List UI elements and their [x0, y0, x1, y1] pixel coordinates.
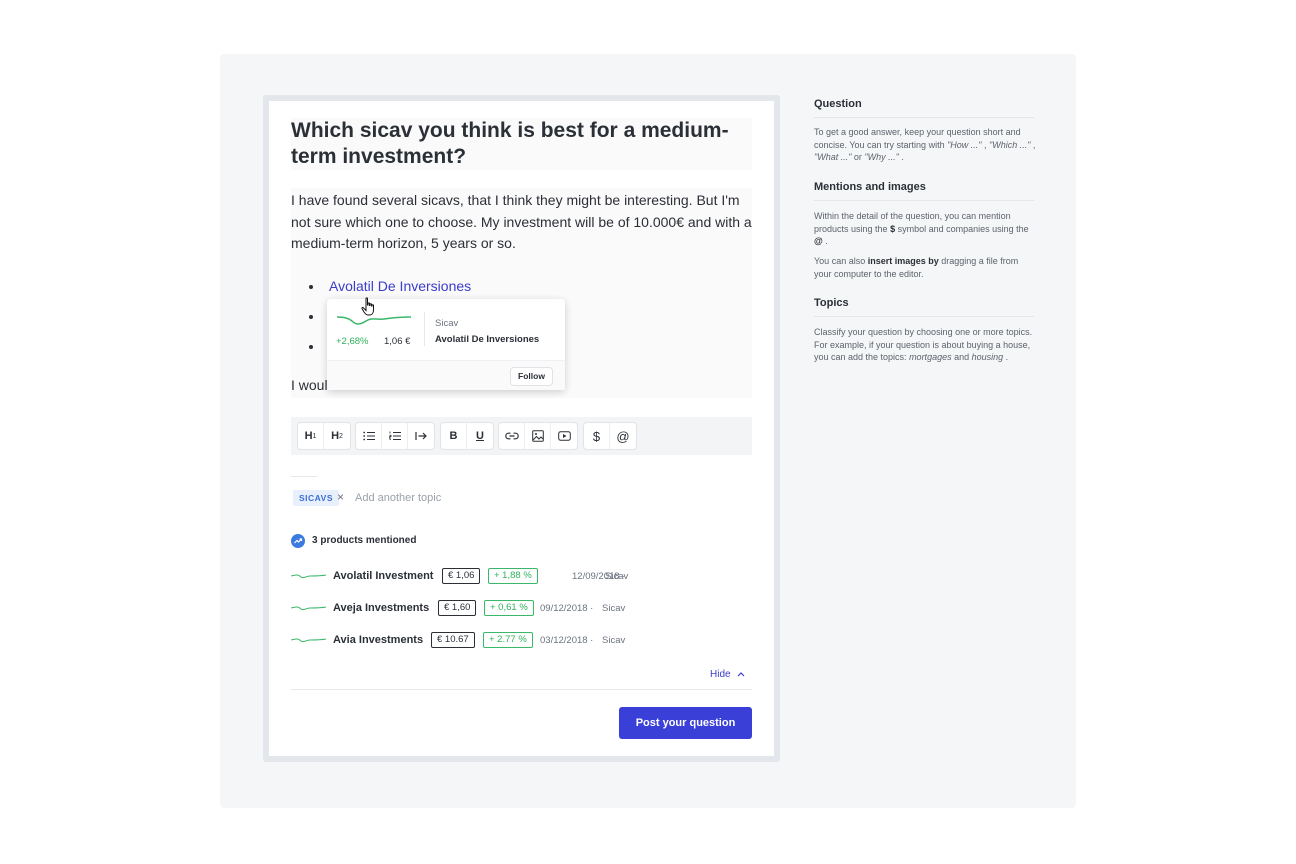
underline-button[interactable]: U — [467, 423, 493, 449]
list-bullet — [309, 315, 313, 319]
chevron-up-icon — [737, 672, 745, 677]
hover-card-change: +2,68% — [336, 336, 369, 347]
product-name: Avolatil Investment — [333, 570, 434, 582]
bold-button[interactable]: B — [441, 423, 467, 449]
post-question-button[interactable]: Post your question — [619, 707, 752, 739]
product-price: € 10.67 — [431, 632, 475, 648]
numbered-list-button[interactable] — [382, 423, 408, 449]
product-price: € 1,60 — [438, 600, 477, 616]
trending-icon — [291, 534, 305, 548]
indent-button[interactable] — [408, 423, 434, 449]
image-icon — [531, 430, 544, 442]
divider — [291, 476, 317, 477]
sidebar-heading: Mentions and images — [814, 181, 926, 193]
sidebar-heading: Topics — [814, 297, 849, 309]
product-change: + 1,88 % — [488, 568, 538, 584]
product-change: + 0,61 % — [484, 600, 534, 616]
dollar-mention-button[interactable]: $ — [584, 423, 610, 449]
toolbar-group-headings: H1 H2 — [297, 422, 351, 450]
sidebar-mentions-text: Within the detail of the question, you c… — [814, 211, 1029, 246]
toolbar-group-format: B U — [440, 422, 494, 450]
bulleted-list-button[interactable] — [356, 423, 382, 449]
image-button[interactable] — [525, 423, 551, 449]
heading-1-button[interactable]: H1 — [298, 423, 324, 449]
divider — [814, 316, 1034, 317]
question-title[interactable]: Which sicav you think is best for a medi… — [291, 118, 752, 170]
indent-icon — [415, 432, 427, 440]
divider — [291, 689, 752, 690]
hover-card-divider — [424, 312, 425, 346]
link-button[interactable] — [499, 423, 525, 449]
remove-topic-icon[interactable]: × — [337, 491, 344, 504]
product-type: Sicav — [605, 571, 629, 582]
bulleted-list-icon — [362, 431, 375, 441]
sidebar-images-text: You can also insert images by dragging a… — [814, 256, 1019, 279]
sidebar-question-text: To get a good answer, keep your question… — [814, 127, 1036, 162]
product-name: Avia Investments — [333, 634, 424, 646]
hand-cursor-icon — [361, 297, 374, 316]
product-price: € 1,06 — [442, 568, 481, 584]
list-bullet — [309, 345, 313, 349]
toolbar-group-lists — [355, 422, 435, 450]
products-mentioned-label: 3 products mentioned — [312, 535, 417, 546]
numbered-list-icon — [388, 431, 401, 440]
sidebar-mentions-section: Mentions and images — [814, 181, 1034, 193]
list-bullet — [309, 285, 313, 289]
topic-input[interactable] — [355, 490, 555, 506]
product-mention-link[interactable]: Avolatil De Inversiones — [329, 278, 471, 294]
sidebar-question-section: Question — [814, 98, 1034, 110]
product-name: Aveja Investments — [333, 602, 430, 614]
toolbar-group-mentions: $ @ — [583, 422, 637, 450]
sparkline-icon — [291, 574, 327, 579]
at-mention-button[interactable]: @ — [610, 423, 636, 449]
link-icon — [504, 432, 519, 440]
hover-card-price: 1,06 € — [384, 336, 411, 347]
hover-card-name: Avolatil De Inversiones — [435, 334, 540, 345]
product-type: Sicav — [602, 603, 626, 614]
heading-2-button[interactable]: H2 — [324, 423, 350, 449]
product-type: Sicav — [602, 635, 626, 646]
sidebar-topics-text: Classify your question by choosing one o… — [814, 327, 1033, 362]
sidebar-topics-section: Topics — [814, 297, 1034, 309]
product-date: 03/12/2018 · — [540, 635, 594, 646]
body-trailing-text: I would — [291, 377, 331, 393]
video-icon — [557, 431, 571, 441]
product-date: 09/12/2018 · — [540, 603, 594, 614]
sparkline-icon — [291, 606, 327, 611]
hover-card-type: Sicav — [435, 318, 459, 329]
follow-button[interactable]: Follow — [510, 367, 553, 386]
video-button[interactable] — [551, 423, 577, 449]
topic-chip[interactable]: SICAVS — [293, 490, 340, 506]
divider — [814, 200, 1034, 201]
sparkline-icon — [291, 638, 327, 643]
toolbar-group-media — [498, 422, 578, 450]
hide-products-link[interactable]: Hide — [710, 669, 745, 680]
divider — [814, 117, 1034, 118]
question-body[interactable]: I have found several sicavs, that I thin… — [291, 190, 752, 255]
product-change: + 2.77 % — [483, 632, 533, 648]
sidebar-heading: Question — [814, 98, 862, 110]
